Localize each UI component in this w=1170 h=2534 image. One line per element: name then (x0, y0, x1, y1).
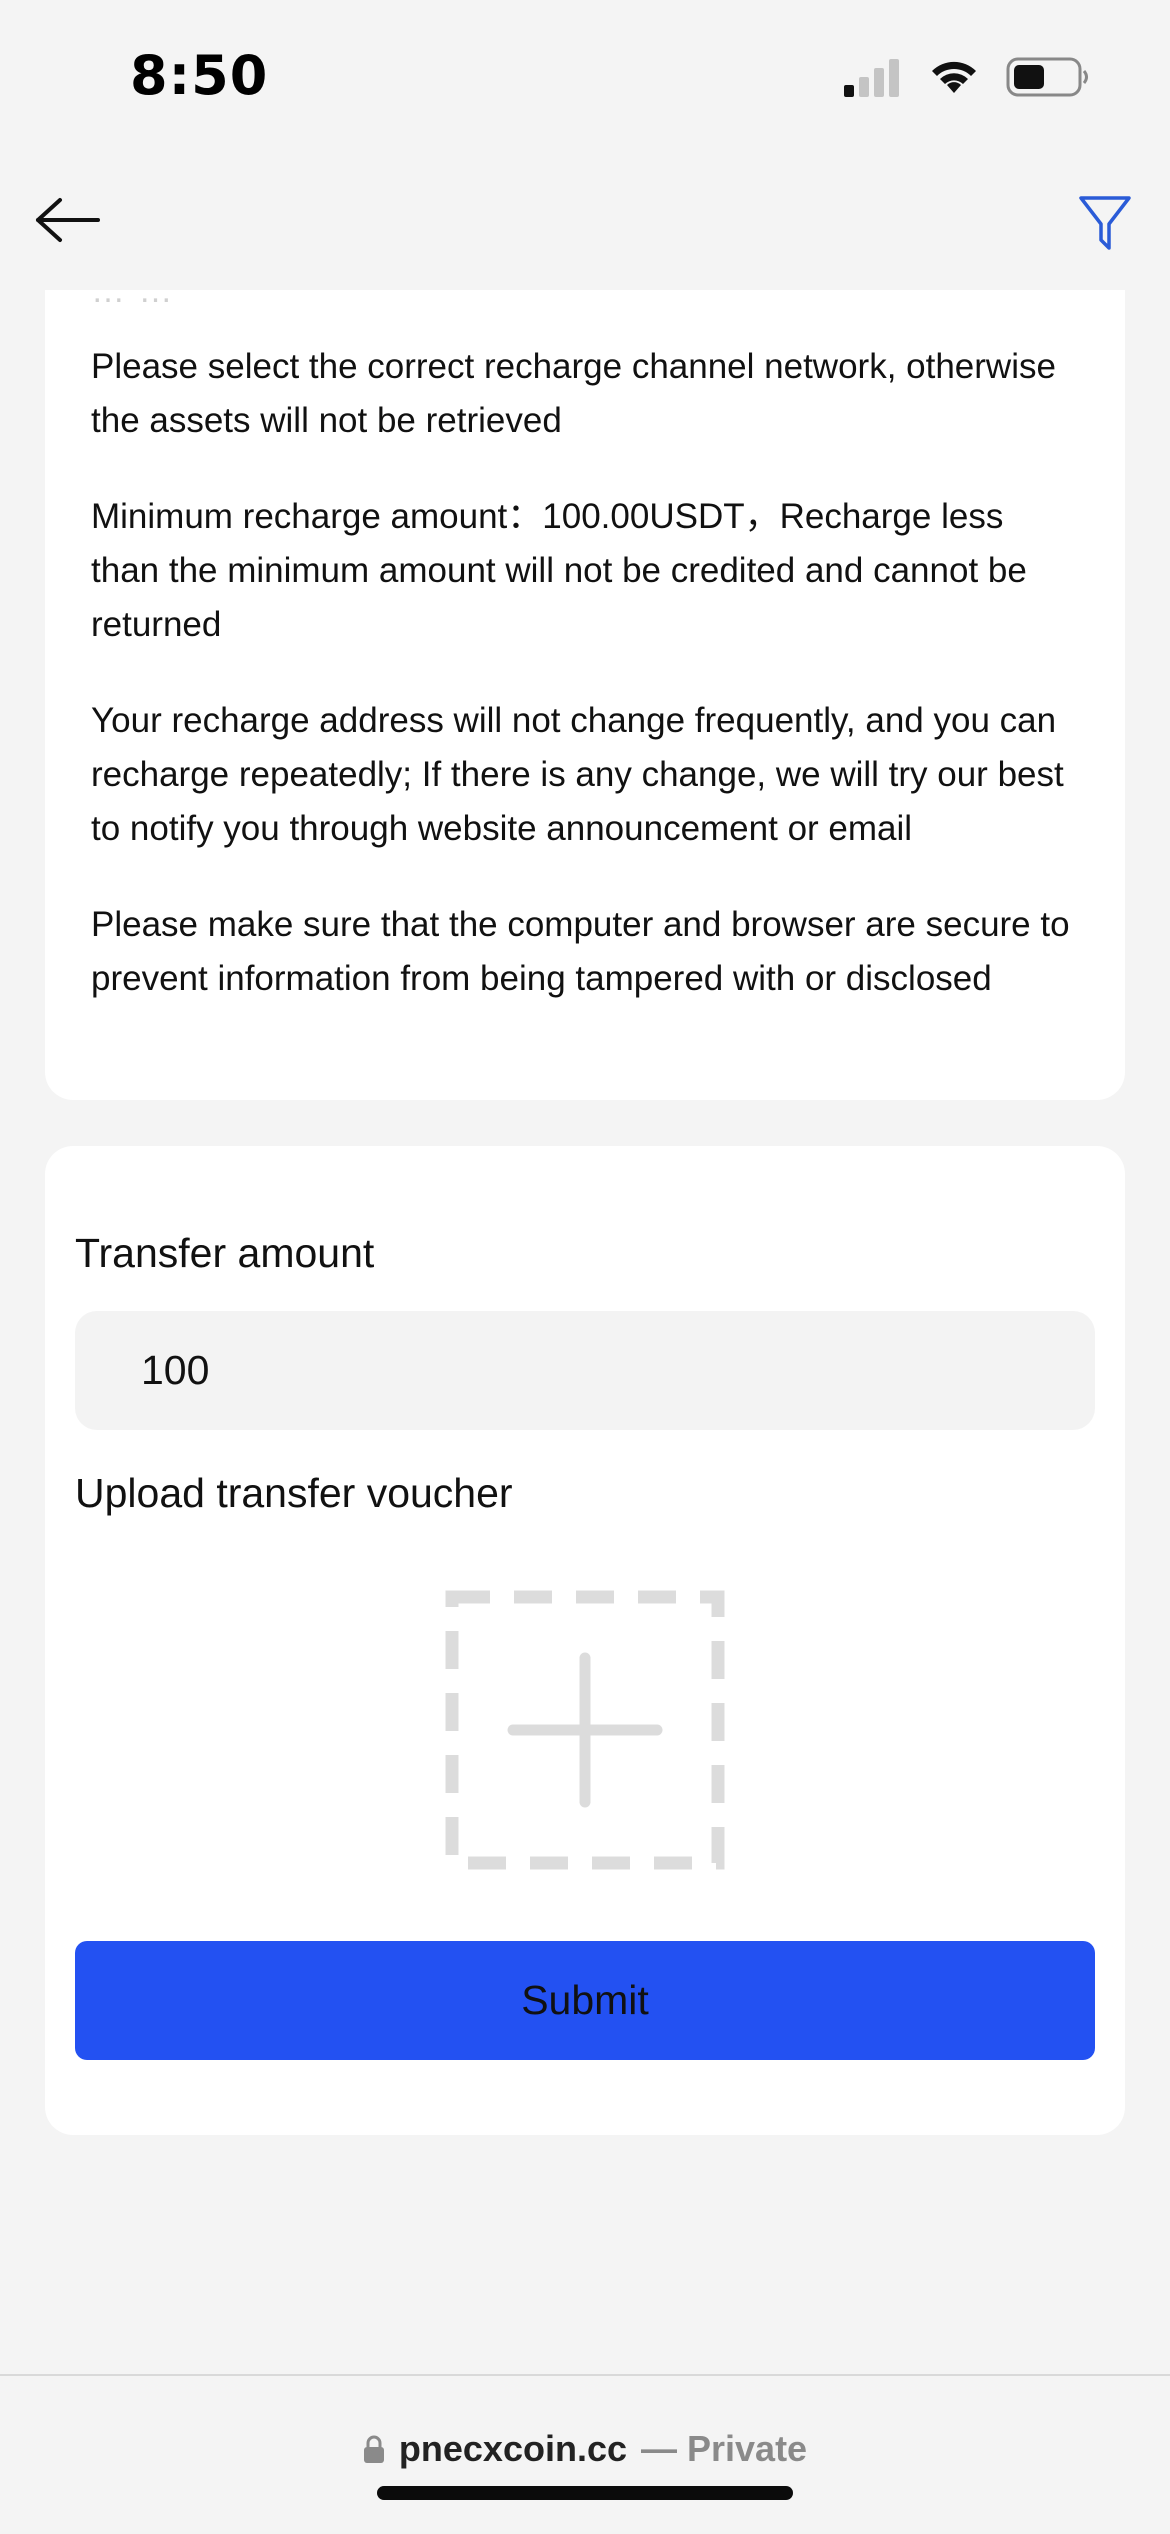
app-header (0, 150, 1170, 290)
status-icons (844, 56, 1090, 98)
upload-voucher-button[interactable] (445, 1590, 725, 1870)
status-bar: 8:50 (0, 0, 1170, 150)
upload-voucher-label: Upload transfer voucher (75, 1470, 513, 1516)
recharge-notice-card: … … Please select the correct recharge c… (45, 290, 1125, 1100)
browser-address-bar[interactable]: pnecxcoin.cc — Private (0, 2374, 1170, 2534)
funnel-icon (1079, 196, 1131, 250)
url-display[interactable]: pnecxcoin.cc — Private (0, 2428, 1170, 2470)
plus-icon (445, 1590, 725, 1870)
notice-paragraph: Please select the correct recharge chann… (91, 347, 1056, 440)
transfer-amount-input[interactable] (75, 1311, 1095, 1430)
lock-icon (363, 2435, 384, 2463)
status-time: 8:50 (130, 44, 269, 107)
transfer-form-card: Transfer amount Upload transfer voucher … (45, 1146, 1125, 2135)
notice-paragraph: Minimum recharge amount：100.00USDT，Recha… (91, 497, 1027, 644)
cellular-signal-icon (844, 59, 899, 97)
submit-button[interactable]: Submit (75, 1941, 1095, 2060)
notice-paragraph: Please make sure that the computer and b… (91, 905, 1070, 998)
private-mode-label: — Private (641, 2428, 808, 2469)
wifi-icon (932, 61, 976, 93)
notice-paragraph: Your recharge address will not change fr… (91, 701, 1064, 848)
filter-button[interactable] (1070, 188, 1140, 258)
back-button[interactable] (28, 190, 108, 250)
url-domain: pnecxcoin.cc (398, 2428, 627, 2469)
transfer-amount-label: Transfer amount (75, 1230, 375, 1276)
battery-icon (1006, 57, 1088, 97)
arrow-left-icon (36, 198, 100, 242)
scrolled-text-fragment: … … (91, 290, 175, 310)
home-indicator[interactable] (377, 2486, 793, 2500)
